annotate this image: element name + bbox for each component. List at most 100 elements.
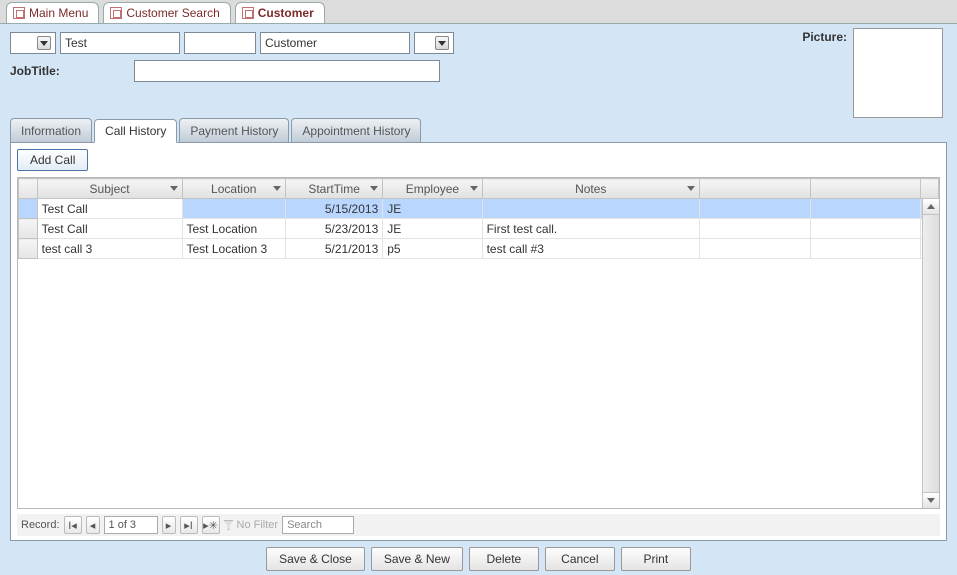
col-label: Employee <box>406 182 459 196</box>
cell-extra[interactable] <box>699 199 810 219</box>
save-close-button[interactable]: Save & Close <box>266 547 365 571</box>
col-employee-header[interactable]: Employee <box>383 179 482 199</box>
tab-label: Call History <box>105 124 166 138</box>
subform-tabstrip: Information Call History Payment History… <box>10 118 947 143</box>
cell-extra[interactable] <box>810 219 921 239</box>
first-name-value: Test <box>65 36 87 50</box>
button-label: Print <box>644 552 669 566</box>
prev-record-button[interactable]: ◂ <box>86 516 100 534</box>
table-row[interactable]: Test Call Test Location 5/23/2013 JE Fir… <box>19 219 939 239</box>
chevron-down-icon <box>685 182 697 194</box>
record-position-value: 1 of 3 <box>109 519 137 531</box>
col-location-header[interactable]: Location <box>182 179 285 199</box>
job-title-input[interactable] <box>134 60 440 82</box>
form-detail-area: Test Customer JobTitle: Picture: Informa… <box>0 23 957 575</box>
vertical-scrollbar[interactable] <box>922 199 939 508</box>
delete-button[interactable]: Delete <box>469 547 539 571</box>
col-label: Notes <box>575 182 606 196</box>
record-position-input[interactable]: 1 of 3 <box>104 516 158 534</box>
scroll-up-button[interactable] <box>923 199 939 215</box>
row-selector[interactable] <box>19 219 38 239</box>
picture-label: Picture: <box>802 30 847 44</box>
record-navigator: Record: I◂ ◂ 1 of 3 ▸ ▸I ▸✳ No Filter Se… <box>17 514 940 536</box>
first-record-button[interactable]: I◂ <box>64 516 82 534</box>
cancel-button[interactable]: Cancel <box>545 547 615 571</box>
cell-subject[interactable]: Test Call <box>37 219 182 239</box>
chevron-down-icon <box>468 182 480 194</box>
cell-employee[interactable]: JE <box>383 219 482 239</box>
tab-information[interactable]: Information <box>10 118 92 142</box>
table-row[interactable]: test call 3 Test Location 3 5/21/2013 p5… <box>19 239 939 259</box>
record-label: Record: <box>21 519 60 531</box>
tab-payment-history[interactable]: Payment History <box>179 118 289 142</box>
select-all-header[interactable] <box>19 179 38 199</box>
funnel-icon <box>224 520 234 530</box>
add-call-button[interactable]: Add Call <box>17 149 88 171</box>
picture-box[interactable] <box>853 28 943 118</box>
tab-customer[interactable]: Customer <box>235 2 325 23</box>
chevron-down-icon <box>37 36 51 50</box>
cell-location[interactable]: Test Location 3 <box>182 239 285 259</box>
footer-buttons-row: Save & Close Save & New Delete Cancel Pr… <box>10 547 947 571</box>
cell-extra[interactable] <box>699 219 810 239</box>
filter-indicator[interactable]: No Filter <box>224 519 279 531</box>
cell-notes[interactable]: First test call. <box>482 219 699 239</box>
chevron-down-icon <box>435 36 449 50</box>
form-icon <box>13 7 25 19</box>
filter-label: No Filter <box>237 519 279 531</box>
middle-name-input[interactable] <box>184 32 256 54</box>
last-record-button[interactable]: ▸I <box>180 516 198 534</box>
window-tabs-bar: Main Menu Customer Search Customer <box>0 0 957 23</box>
cell-subject[interactable]: Test Call <box>37 199 182 219</box>
col-starttime-header[interactable]: StartTime <box>285 179 382 199</box>
cell-subject[interactable]: test call 3 <box>37 239 182 259</box>
call-grid-table: Subject Location StartTime Employee Note… <box>18 178 939 259</box>
col-extra-header[interactable] <box>699 179 810 199</box>
row-selector[interactable] <box>19 239 38 259</box>
prefix-combo[interactable] <box>10 32 56 54</box>
chevron-down-icon <box>368 182 380 194</box>
cell-starttime[interactable]: 5/15/2013 <box>285 199 382 219</box>
save-new-button[interactable]: Save & New <box>371 547 463 571</box>
add-call-label: Add Call <box>30 153 75 167</box>
tab-customer-search[interactable]: Customer Search <box>103 2 230 23</box>
cell-notes[interactable] <box>482 199 699 219</box>
button-label: Save & Close <box>279 552 352 566</box>
cell-employee[interactable]: JE <box>383 199 482 219</box>
next-record-button[interactable]: ▸ <box>162 516 176 534</box>
cell-starttime[interactable]: 5/23/2013 <box>285 219 382 239</box>
last-name-input[interactable]: Customer <box>260 32 410 54</box>
suffix-combo[interactable] <box>414 32 454 54</box>
cell-location[interactable]: Test Location <box>182 219 285 239</box>
tab-main-menu[interactable]: Main Menu <box>6 2 99 23</box>
cell-employee[interactable]: p5 <box>383 239 482 259</box>
button-label: Save & New <box>384 552 450 566</box>
col-subject-header[interactable]: Subject <box>37 179 182 199</box>
col-label: StartTime <box>308 182 360 196</box>
col-extra-header[interactable] <box>810 179 921 199</box>
last-name-value: Customer <box>265 36 317 50</box>
button-label: Cancel <box>561 552 598 566</box>
search-input[interactable]: Search <box>282 516 354 534</box>
cell-starttime[interactable]: 5/21/2013 <box>285 239 382 259</box>
tab-appointment-history[interactable]: Appointment History <box>291 118 421 142</box>
table-row[interactable]: Test Call 5/15/2013 JE <box>19 199 939 219</box>
tab-label: Appointment History <box>302 124 410 138</box>
cell-extra[interactable] <box>810 199 921 219</box>
call-history-panel: Add Call Subject Location StartTime Empl… <box>10 143 947 541</box>
row-selector[interactable] <box>19 199 38 219</box>
cell-notes[interactable]: test call #3 <box>482 239 699 259</box>
scroll-down-button[interactable] <box>923 492 939 508</box>
tab-call-history[interactable]: Call History <box>94 119 177 143</box>
cell-extra[interactable] <box>810 239 921 259</box>
cell-extra[interactable] <box>699 239 810 259</box>
new-record-button[interactable]: ▸✳ <box>202 516 220 534</box>
col-label: Location <box>211 182 256 196</box>
cell-location[interactable] <box>182 199 285 219</box>
print-button[interactable]: Print <box>621 547 691 571</box>
col-notes-header[interactable]: Notes <box>482 179 699 199</box>
tab-label: Payment History <box>190 124 278 138</box>
col-label: Subject <box>90 182 130 196</box>
tab-label: Main Menu <box>29 6 88 20</box>
first-name-input[interactable]: Test <box>60 32 180 54</box>
